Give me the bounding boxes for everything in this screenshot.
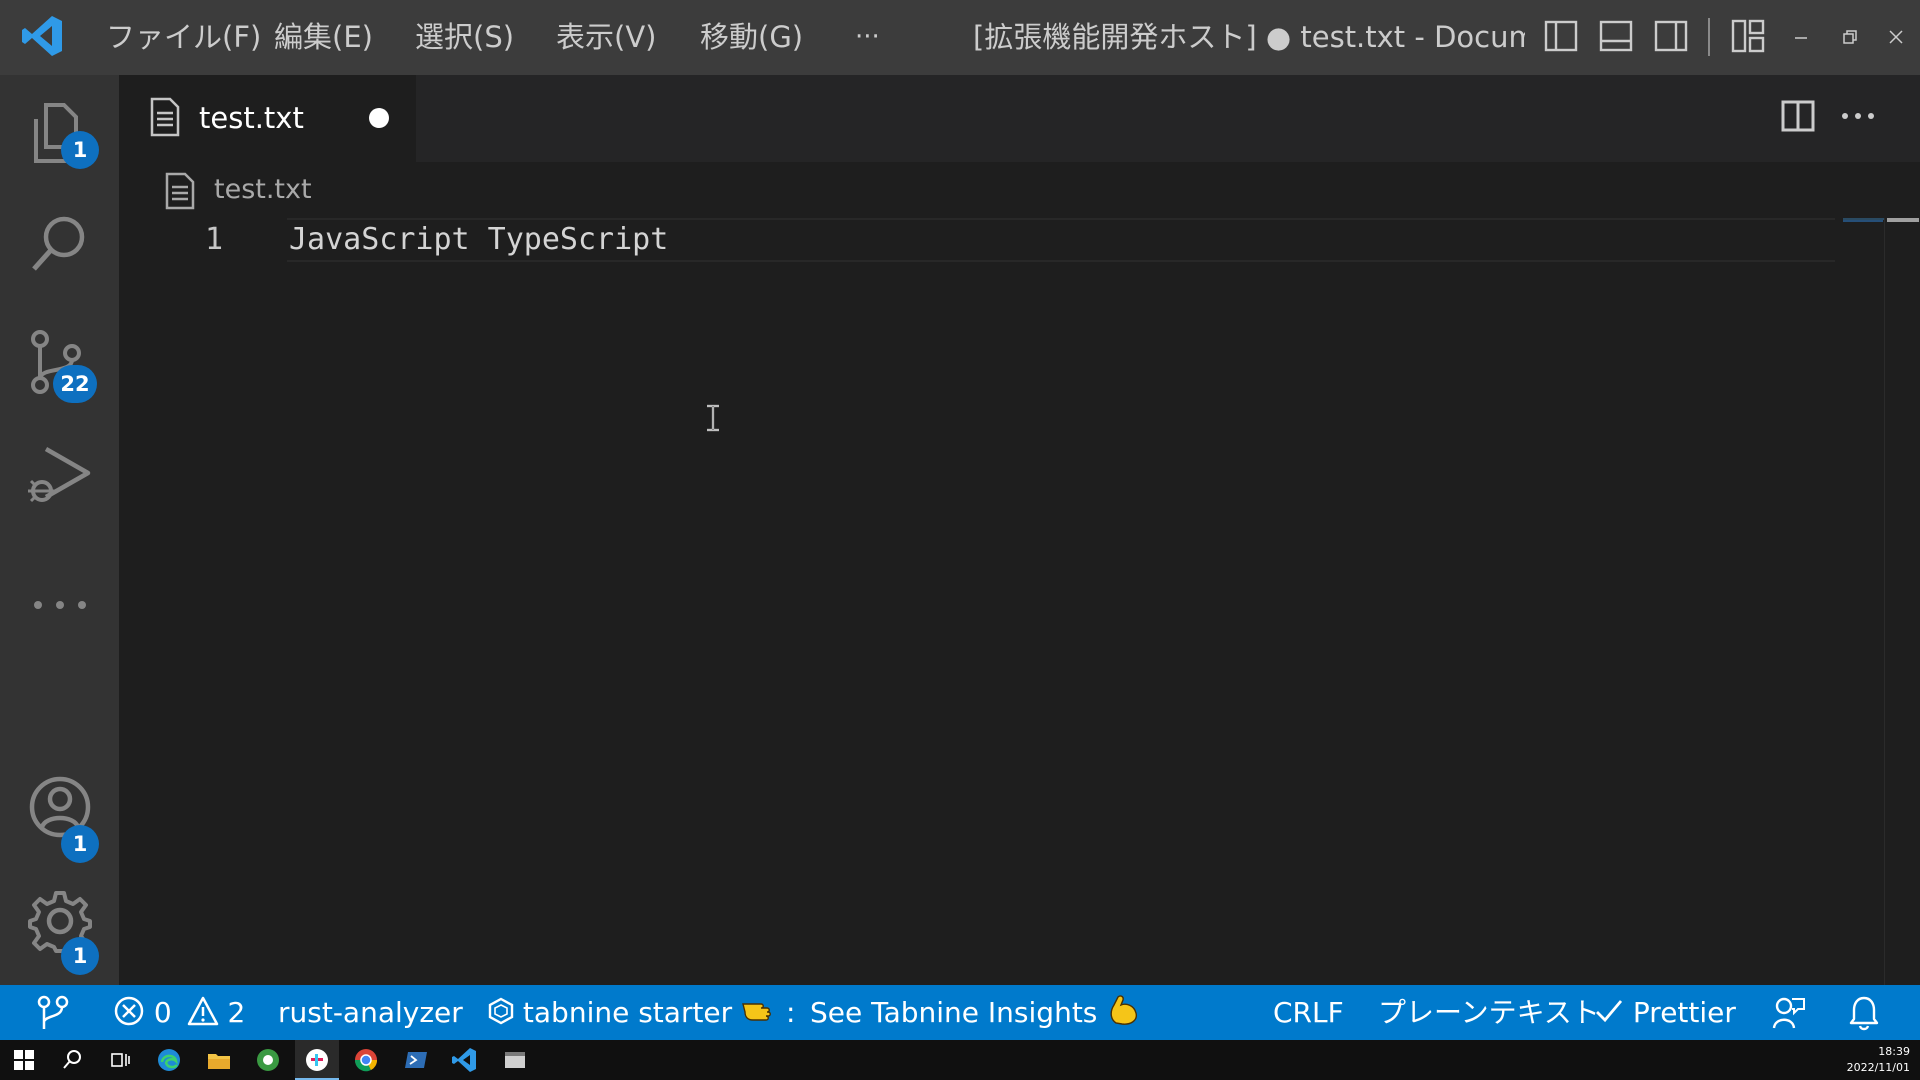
accounts-badge: 1: [61, 825, 99, 863]
notifications-bell-icon[interactable]: [1848, 995, 1880, 1031]
tabnine-hexagon-icon: [488, 997, 514, 1025]
language-mode-status[interactable]: プレーンテキスト: [1378, 985, 1600, 1040]
menu-edit[interactable]: 編集(E): [274, 0, 373, 75]
insights-label: See Tabnine Insights: [810, 996, 1098, 1029]
vscode-logo-icon[interactable]: [20, 14, 64, 58]
toggle-secondary-sidebar-icon[interactable]: [1653, 18, 1689, 54]
tabnine-insights-link[interactable]: See Tabnine Insights: [810, 985, 1140, 1040]
windows-start-icon[interactable]: [10, 1046, 38, 1074]
minimize-icon[interactable]: [1793, 30, 1809, 46]
clock-date: 2022/11/01: [1846, 1061, 1910, 1074]
warning-count: 2: [227, 996, 246, 1029]
code-line[interactable]: JavaScript TypeScript: [289, 218, 668, 262]
slack-icon[interactable]: [303, 1046, 331, 1074]
breadcrumb-file[interactable]: test.txt: [214, 174, 312, 205]
activity-more[interactable]: [0, 547, 119, 663]
menu-view[interactable]: 表示(V): [556, 0, 656, 75]
editor-more-actions-icon[interactable]: [1840, 110, 1876, 122]
line-number: 1: [205, 222, 224, 257]
text-cursor-icon: [707, 404, 719, 432]
settings-badge: 1: [61, 937, 99, 975]
source-control-badge: 22: [53, 365, 97, 403]
pointing-hand-icon: [742, 1003, 772, 1021]
search-icon: [32, 216, 85, 271]
layout-divider: [1708, 18, 1710, 56]
tab-bar: test.txt: [119, 75, 1920, 162]
tab-test-txt[interactable]: test.txt: [119, 75, 416, 162]
close-icon[interactable]: [1888, 29, 1904, 45]
toggle-primary-sidebar-icon[interactable]: [1543, 18, 1579, 54]
windows-taskbar: 18:39 2022/11/01: [0, 1040, 1920, 1080]
status-bar: 0 2 rust-analyzer tabnine starter : See …: [0, 985, 1920, 1040]
clock-time: 18:39: [1878, 1045, 1910, 1058]
more-icon: [34, 601, 86, 609]
rust-analyzer-status[interactable]: rust-analyzer: [278, 985, 463, 1040]
breadcrumb-file-icon: [165, 172, 195, 210]
tab-label: test.txt: [199, 101, 304, 135]
flexed-biceps-icon: [1110, 995, 1138, 1025]
remote-icon[interactable]: [36, 995, 70, 1031]
window-title: [拡張機能開発ホスト] ● test.txt - Docume...: [973, 20, 1525, 54]
split-editor-icon[interactable]: [1780, 98, 1816, 134]
title-bar: ファイル(F) 編集(E) 選択(S) 表示(V) 移動(G) ··· [拡張機…: [0, 0, 1920, 75]
warning-icon: [187, 996, 218, 1026]
globe-app-icon[interactable]: [254, 1046, 282, 1074]
powershell-icon[interactable]: [402, 1046, 430, 1074]
activity-explorer[interactable]: 1: [0, 75, 119, 191]
editor-area[interactable]: 1 JavaScript TypeScript: [119, 218, 1920, 985]
taskbar-search-icon[interactable]: [58, 1046, 86, 1074]
menu-more-button[interactable]: ···: [855, 0, 880, 75]
tabnine-status[interactable]: tabnine starter :: [488, 985, 795, 1040]
tabnine-label: tabnine starter: [522, 996, 733, 1029]
error-icon: [114, 996, 144, 1026]
scrollbar-thumb[interactable]: [1887, 218, 1919, 222]
menu-go[interactable]: 移動(G): [700, 0, 803, 75]
activity-source-control[interactable]: 22: [0, 311, 119, 427]
prettier-label: Prettier: [1632, 996, 1736, 1029]
breadcrumb: test.txt: [119, 162, 1920, 218]
edge-browser-icon[interactable]: [155, 1046, 183, 1074]
menu-selection[interactable]: 選択(S): [415, 0, 514, 75]
activity-manage[interactable]: 1: [0, 869, 119, 985]
end-of-line-status[interactable]: CRLF: [1273, 985, 1344, 1040]
activity-bar: 1 22 1 1: [0, 75, 119, 985]
toggle-panel-icon[interactable]: [1598, 18, 1634, 54]
file-icon: [150, 97, 180, 137]
prettier-status[interactable]: Prettier: [1594, 985, 1736, 1040]
activity-run-debug[interactable]: [0, 429, 119, 545]
error-count: 0: [153, 996, 172, 1029]
menu-file[interactable]: ファイル(F): [106, 0, 261, 75]
activity-search[interactable]: [0, 193, 119, 309]
system-clock[interactable]: 18:39 2022/11/01: [1847, 1044, 1910, 1076]
chrome-icon[interactable]: [352, 1046, 380, 1074]
task-view-icon[interactable]: [106, 1046, 134, 1074]
activity-accounts[interactable]: 1: [0, 765, 119, 881]
tabnine-suffix: :: [785, 996, 796, 1029]
app-window-icon[interactable]: [501, 1046, 529, 1074]
file-explorer-icon[interactable]: [205, 1046, 233, 1074]
restore-icon[interactable]: [1842, 29, 1858, 45]
feedback-icon[interactable]: [1772, 995, 1806, 1031]
problems-indicator[interactable]: 0 2: [113, 985, 245, 1040]
vertical-scrollbar[interactable]: [1884, 218, 1920, 985]
vscode-taskbar-icon[interactable]: [450, 1046, 478, 1074]
check-icon: [1596, 1000, 1623, 1023]
explorer-badge: 1: [61, 131, 99, 169]
unsaved-dot-icon[interactable]: [369, 108, 389, 128]
customize-layout-icon[interactable]: [1730, 18, 1766, 54]
run-debug-icon: [28, 447, 91, 503]
